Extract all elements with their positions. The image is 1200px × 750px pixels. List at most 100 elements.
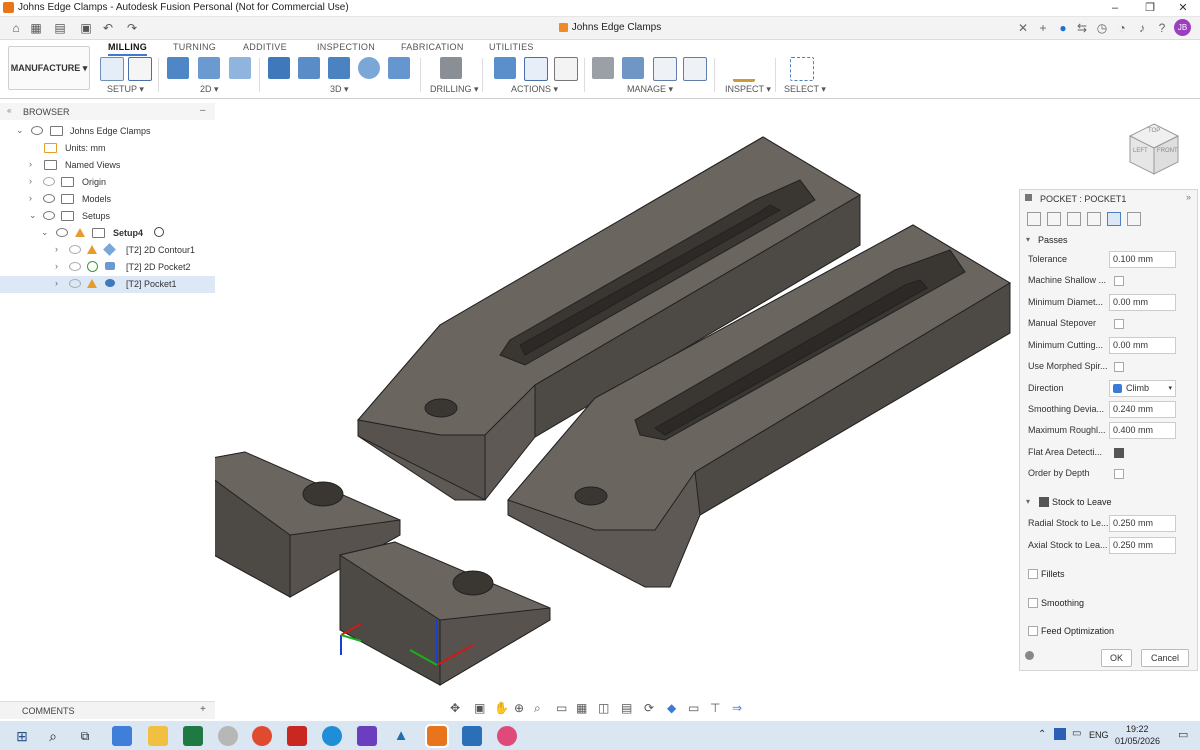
- look-at-icon[interactable]: ▣: [474, 701, 485, 715]
- file-icon[interactable]: ▤: [52, 20, 68, 36]
- chevron-right-icon[interactable]: ›: [55, 244, 58, 254]
- viewcube[interactable]: TOP LEFT FRONT: [1126, 122, 1182, 178]
- machine-shallow-checkbox[interactable]: [1114, 276, 1124, 286]
- info-icon[interactable]: [1025, 651, 1034, 660]
- group-select[interactable]: SELECT ▾: [784, 84, 826, 95]
- chevron-right-icon[interactable]: ›: [29, 159, 32, 169]
- extensions-icon[interactable]: ●: [1055, 20, 1071, 36]
- browser-item-2d-contour1[interactable]: › [T2] 2D Contour1: [0, 242, 215, 259]
- geometry-tab-icon[interactable]: [1047, 212, 1061, 226]
- tool-library-icon[interactable]: [592, 57, 614, 79]
- fit-icon[interactable]: ⌕: [534, 701, 541, 716]
- browser-item-pocket1[interactable]: › [T2] Pocket1: [0, 276, 215, 293]
- chevron-down-icon[interactable]: ⌄: [16, 125, 24, 136]
- cancel-button[interactable]: Cancel: [1141, 649, 1189, 667]
- chevron-down-icon[interactable]: ▾: [1026, 497, 1030, 506]
- grid-settings-icon[interactable]: ▦: [576, 701, 587, 715]
- smoothing-deviation-field[interactable]: 0.240 mm: [1109, 401, 1176, 418]
- 2d-pocket-icon[interactable]: [198, 57, 220, 79]
- eye-icon[interactable]: [43, 211, 55, 220]
- radial-stock-field[interactable]: 0.250 mm: [1109, 515, 1176, 532]
- simulation-display-icon[interactable]: ▤: [621, 701, 632, 715]
- bell-icon[interactable]: ♪: [1134, 20, 1150, 36]
- tab-turning[interactable]: TURNING: [173, 42, 216, 52]
- autodesk-icon[interactable]: ▲: [391, 726, 411, 746]
- online-status-icon[interactable]: ◷: [1094, 20, 1110, 36]
- job-status-icon[interactable]: ⇆: [1074, 20, 1090, 36]
- axial-stock-field[interactable]: 0.250 mm: [1109, 537, 1176, 554]
- model-canvas[interactable]: [215, 100, 1018, 695]
- redo-icon[interactable]: ↷: [124, 20, 140, 36]
- group-3d[interactable]: 3D ▾: [330, 84, 349, 95]
- restore-button[interactable]: ❐: [1135, 0, 1165, 16]
- undo-icon[interactable]: ↶: [100, 20, 116, 36]
- 3d-pocket-icon[interactable]: [298, 57, 320, 79]
- browser-item-2d-pocket2[interactable]: › [T2] 2D Pocket2: [0, 259, 215, 276]
- edge-icon[interactable]: [322, 726, 342, 746]
- section-stock-to-leave[interactable]: ▾ Stock to Leave: [1020, 492, 1197, 512]
- rotate-icon[interactable]: ⟳: [644, 701, 654, 715]
- home-icon[interactable]: ⌂: [8, 20, 24, 36]
- minimize-button[interactable]: –: [1100, 0, 1130, 16]
- tolerance-field[interactable]: 0.100 mm: [1109, 251, 1176, 268]
- clock-date[interactable]: 01/05/2026: [1115, 736, 1160, 746]
- help-icon[interactable]: ?: [1154, 20, 1170, 36]
- app-icon-2[interactable]: [357, 726, 377, 746]
- heights-tab-icon[interactable]: [1067, 212, 1081, 226]
- excel-icon[interactable]: [183, 726, 203, 746]
- app-icon[interactable]: [218, 726, 238, 746]
- eye-icon[interactable]: [43, 177, 55, 186]
- 3d-adaptive-icon[interactable]: [268, 57, 290, 79]
- manual-stepover-checkbox[interactable]: [1114, 319, 1124, 329]
- browser-item-setups[interactable]: ⌄ Setups: [0, 208, 215, 225]
- simulation-tab-icon[interactable]: [1127, 212, 1141, 226]
- task-view-icon[interactable]: ⧉: [75, 726, 95, 746]
- eye-icon[interactable]: [43, 194, 55, 203]
- notifications-icon[interactable]: ◔: [1114, 20, 1130, 36]
- tool-display-icon[interactable]: ⊤: [710, 701, 720, 715]
- chevron-right-icon[interactable]: ›: [29, 176, 32, 186]
- zoom-icon[interactable]: ⊕: [514, 701, 524, 715]
- browser-item-named-views[interactable]: › Named Views: [0, 157, 215, 174]
- grid-icon[interactable]: ▦: [28, 20, 44, 36]
- browser-header[interactable]: « BROWSER –: [0, 103, 215, 120]
- browser-item-origin[interactable]: › Origin: [0, 174, 215, 191]
- flat-area-detection-checkbox[interactable]: [1114, 448, 1124, 458]
- eye-icon[interactable]: [69, 262, 81, 271]
- group-manage[interactable]: MANAGE ▾: [627, 84, 673, 95]
- tab-utilities[interactable]: UTILITIES: [489, 42, 534, 52]
- search-icon[interactable]: ⌕: [43, 726, 63, 746]
- passes-tab-icon[interactable]: [1087, 212, 1101, 226]
- add-comment-button[interactable]: +: [200, 704, 206, 715]
- word-icon[interactable]: [1054, 728, 1066, 740]
- use-morphed-spiral-checkbox[interactable]: [1114, 362, 1124, 372]
- simulate-icon[interactable]: [494, 57, 516, 79]
- group-setup[interactable]: SETUP ▾: [107, 84, 144, 95]
- order-by-depth-checkbox[interactable]: [1114, 469, 1124, 479]
- machine-display-icon[interactable]: ⇒: [732, 701, 742, 715]
- drill-icon[interactable]: [440, 57, 462, 79]
- contour-icon[interactable]: [388, 57, 410, 79]
- tray-chevron-icon[interactable]: ⌃: [1038, 729, 1046, 740]
- browser-item-setup4[interactable]: ⌄ Setup4: [0, 225, 215, 242]
- eye-icon[interactable]: [69, 245, 81, 254]
- stock-to-leave-checkbox[interactable]: [1039, 497, 1049, 507]
- linking-tab-icon[interactable]: [1107, 212, 1121, 226]
- minimum-cutting-field[interactable]: 0.00 mm: [1109, 337, 1176, 354]
- template-library-icon[interactable]: [683, 57, 707, 81]
- face-icon[interactable]: [229, 57, 251, 79]
- section-feed-optimization[interactable]: Feed Optimization: [1020, 621, 1197, 641]
- pan-icon[interactable]: ✋: [494, 701, 509, 715]
- minimize-browser-icon[interactable]: –: [200, 105, 206, 116]
- chevron-down-icon[interactable]: ⌄: [29, 210, 37, 221]
- orbit-icon[interactable]: ✥: [450, 701, 460, 715]
- tool-tab-icon[interactable]: [1027, 212, 1041, 226]
- eye-icon[interactable]: [56, 228, 68, 237]
- close-tab-button[interactable]: ✕: [1015, 20, 1031, 36]
- tab-milling[interactable]: MILLING: [108, 42, 148, 56]
- start-icon[interactable]: ⊞: [12, 726, 32, 746]
- chevron-right-icon[interactable]: ›: [29, 193, 32, 203]
- minimum-diameter-field[interactable]: 0.00 mm: [1109, 294, 1176, 311]
- chevron-down-icon[interactable]: ⌄: [41, 227, 49, 238]
- measure-icon[interactable]: [733, 57, 755, 82]
